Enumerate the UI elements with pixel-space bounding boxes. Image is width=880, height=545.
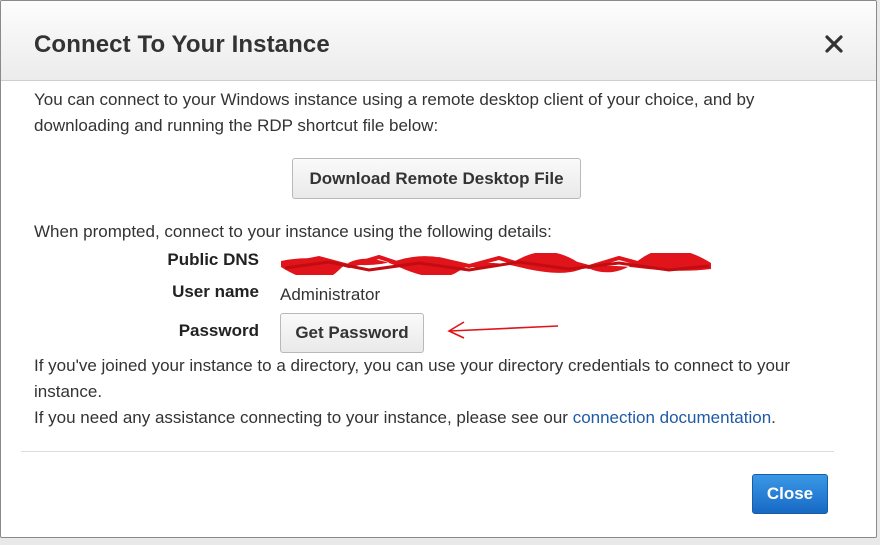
intro-text: You can connect to your Windows instance… bbox=[34, 87, 754, 139]
directory-note-line-1: If you've joined your instance to a dire… bbox=[34, 356, 791, 375]
details-prompt: When prompted, connect to your instance … bbox=[34, 222, 552, 241]
intro-line-2: downloading and running the RDP shortcut… bbox=[34, 116, 439, 135]
dialog-header: Connect To Your Instance bbox=[1, 1, 876, 81]
password-label: Password bbox=[178, 321, 259, 340]
dialog-title: Connect To Your Instance bbox=[34, 31, 330, 58]
assistance-text-body: If you need any assistance connecting to… bbox=[34, 408, 568, 427]
intro-line-1: You can connect to your Windows instance… bbox=[34, 90, 755, 109]
annotation-arrow-icon bbox=[447, 321, 559, 339]
close-icon[interactable] bbox=[821, 31, 847, 57]
user-name-value: Administrator bbox=[280, 285, 381, 304]
assistance-period: . bbox=[771, 408, 776, 427]
directory-note-line-2: instance. bbox=[34, 382, 103, 401]
download-rdp-button[interactable]: Download Remote Desktop File bbox=[292, 158, 581, 199]
close-button[interactable]: Close bbox=[752, 474, 828, 514]
directory-note: If you've joined your instance to a dire… bbox=[34, 353, 790, 405]
footer-divider bbox=[21, 451, 834, 452]
public-dns-redaction bbox=[281, 253, 711, 275]
connect-dialog: Connect To Your Instance You can connect… bbox=[0, 0, 877, 538]
assistance-text: If you need any assistance connecting to… bbox=[34, 405, 776, 431]
connection-documentation-link[interactable]: connection documentation bbox=[573, 408, 771, 427]
get-password-button[interactable]: Get Password bbox=[280, 313, 424, 353]
user-name-label: User name bbox=[172, 282, 259, 301]
public-dns-label: Public DNS bbox=[167, 250, 259, 269]
